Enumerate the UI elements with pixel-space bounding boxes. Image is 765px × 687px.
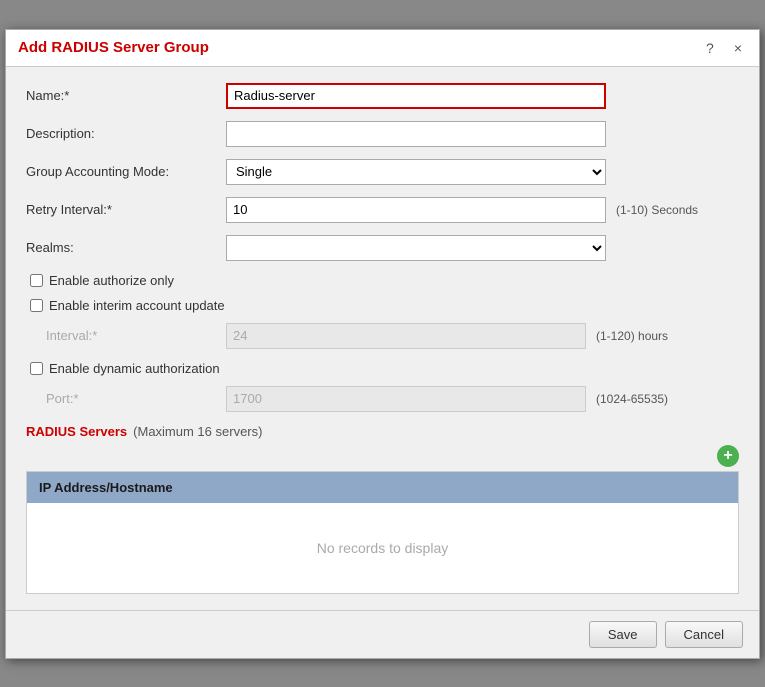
group-accounting-mode-row: Group Accounting Mode: Single Multiple	[26, 159, 739, 185]
save-button[interactable]: Save	[589, 621, 657, 648]
enable-interim-account-row: Enable interim account update	[30, 298, 739, 313]
radius-servers-link[interactable]: RADIUS Servers	[26, 424, 127, 439]
port-control	[226, 386, 586, 412]
retry-interval-row: Retry Interval:* (1-10) Seconds	[26, 197, 739, 223]
interval-control	[226, 323, 586, 349]
name-row: Name:*	[26, 83, 739, 109]
enable-authorize-only-row: Enable authorize only	[30, 273, 739, 288]
group-accounting-mode-label: Group Accounting Mode:	[26, 164, 226, 179]
group-accounting-mode-control: Single Multiple	[226, 159, 606, 185]
name-label: Name:*	[26, 88, 226, 103]
add-radius-server-group-dialog: Add RADIUS Server Group ? × Name:* Descr…	[5, 29, 760, 659]
radius-servers-note: (Maximum 16 servers)	[133, 424, 262, 439]
help-button[interactable]: ?	[701, 38, 719, 58]
radius-servers-header: RADIUS Servers (Maximum 16 servers)	[26, 424, 739, 439]
dialog-body: Name:* Description: Group Accounting Mod…	[6, 67, 759, 610]
servers-table-body: No records to display	[27, 503, 738, 593]
retry-interval-control	[226, 197, 606, 223]
interval-row: Interval:* (1-120) hours	[46, 323, 739, 349]
interval-input	[226, 323, 586, 349]
name-control	[226, 83, 606, 109]
add-server-button[interactable]: +	[717, 445, 739, 467]
realms-label: Realms:	[26, 240, 226, 255]
enable-interim-account-label: Enable interim account update	[49, 298, 225, 313]
close-button[interactable]: ×	[729, 38, 747, 58]
realms-select[interactable]	[226, 235, 606, 261]
enable-authorize-only-label: Enable authorize only	[49, 273, 174, 288]
port-label: Port:*	[46, 391, 226, 406]
port-input	[226, 386, 586, 412]
enable-dynamic-auth-label: Enable dynamic authorization	[49, 361, 220, 376]
description-label: Description:	[26, 126, 226, 141]
realms-row: Realms:	[26, 235, 739, 261]
description-row: Description:	[26, 121, 739, 147]
name-input[interactable]	[226, 83, 606, 109]
enable-interim-account-checkbox[interactable]	[30, 299, 43, 312]
realms-control	[226, 235, 606, 261]
enable-dynamic-auth-checkbox[interactable]	[30, 362, 43, 375]
interval-hint: (1-120) hours	[596, 329, 668, 343]
retry-interval-input[interactable]	[226, 197, 606, 223]
description-input[interactable]	[226, 121, 606, 147]
enable-dynamic-auth-row: Enable dynamic authorization	[30, 361, 739, 376]
enable-authorize-only-checkbox[interactable]	[30, 274, 43, 287]
retry-interval-hint: (1-10) Seconds	[616, 203, 698, 217]
interval-label: Interval:*	[46, 328, 226, 343]
servers-table-header: IP Address/Hostname	[27, 472, 738, 503]
port-row: Port:* (1024-65535)	[46, 386, 739, 412]
title-actions: ? ×	[701, 38, 747, 58]
group-accounting-mode-select[interactable]: Single Multiple	[226, 159, 606, 185]
dialog-footer: Save Cancel	[6, 610, 759, 658]
add-icon-row: +	[26, 445, 739, 467]
servers-table: IP Address/Hostname No records to displa…	[26, 471, 739, 594]
port-hint: (1024-65535)	[596, 392, 668, 406]
description-control	[226, 121, 606, 147]
cancel-button[interactable]: Cancel	[665, 621, 743, 648]
dialog-title-bar: Add RADIUS Server Group ? ×	[6, 30, 759, 67]
servers-empty-message: No records to display	[317, 540, 449, 556]
retry-interval-label: Retry Interval:*	[26, 202, 226, 217]
dialog-title: Add RADIUS Server Group	[18, 39, 209, 56]
